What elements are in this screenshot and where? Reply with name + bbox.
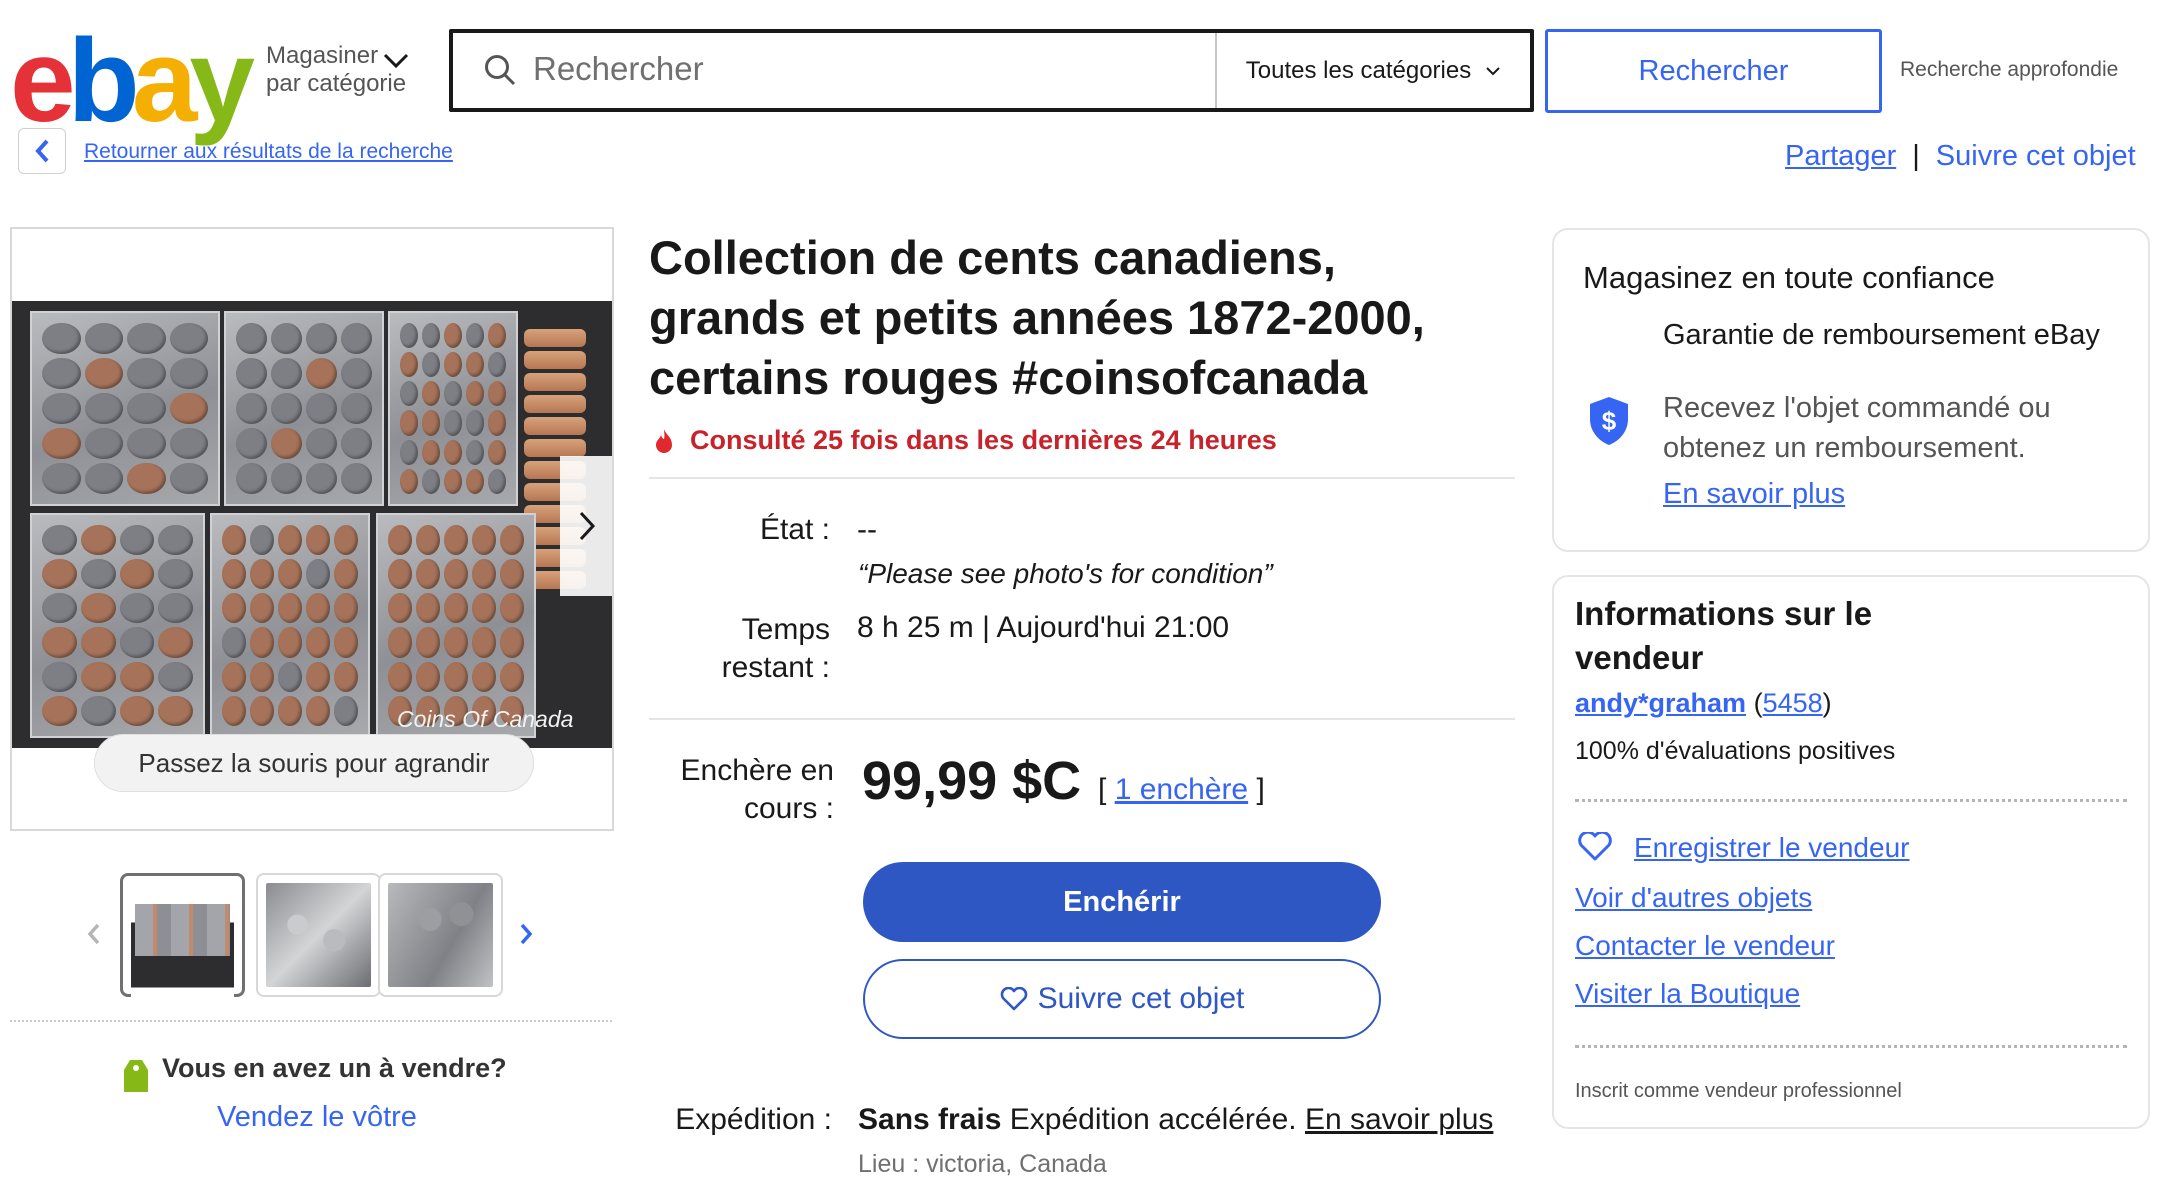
watch-item-button[interactable]: Suivre cet objet [863,959,1381,1039]
chevron-right-icon [520,923,533,945]
bracket-close: ] [1256,773,1265,806]
positive-feedback: 100% d'évaluations positives [1575,737,1896,765]
contact-seller-link[interactable]: Contacter le vendeur [1575,930,1835,962]
thumbnail-image [388,883,493,987]
guarantee-learn-more-link[interactable]: En savoir plus [1663,478,1845,511]
free-shipping: Sans frais [858,1103,1002,1136]
current-bid-label: Enchère en cours : [680,754,834,825]
sell-yours-link[interactable]: Vendez le vôtre [217,1101,417,1134]
chevron-down-icon [1486,66,1500,75]
thumbnail-image [266,883,371,987]
heart-icon[interactable] [1577,830,1613,867]
thumbnail-image [131,904,234,1006]
divider [649,477,1515,479]
image-gallery: Coins Of Canada Passez la souris pour ag… [10,227,614,831]
thumbnail-3[interactable] [378,873,503,997]
condition-note: “Please see photo's for condition” [858,558,1273,589]
search-button[interactable]: Rechercher [1545,29,1882,113]
seller-info-title: Informations sur le vendeur [1575,595,1873,676]
next-image-button[interactable] [560,456,612,596]
condition-value: -- [857,513,877,546]
back-to-results-link[interactable]: Retourner aux résultats de la recherche [84,140,453,164]
advanced-search-link[interactable]: Recherche approfondie [1900,58,2118,82]
divider [649,718,1515,720]
thumb-next-button[interactable] [518,922,534,951]
seller-name-link[interactable]: andy*graham [1575,688,1746,718]
bid-count: [ 1 enchère ] [1098,773,1265,807]
save-seller-link[interactable]: Enregistrer le vendeur [1634,832,1909,864]
shipping-label: Expédition : [675,1103,832,1136]
feedback-count-link[interactable]: 5458 [1763,688,1823,718]
chevron-down-icon[interactable] [382,52,410,75]
chevron-left-icon [87,923,100,945]
main-product-image[interactable]: Coins Of Canada [12,301,612,748]
bracket-open: [ [1098,773,1107,806]
business-seller-note: Inscrit comme vendeur professionnel [1575,1080,1902,1102]
thumbnail-2[interactable] [256,873,381,997]
item-location: Lieu : victoria, Canada [858,1150,1107,1178]
fire-icon [656,428,672,453]
current-price: 99,99 $C [862,751,1082,811]
shield-dollar-icon: $ [1586,395,1632,452]
views-banner: Consulté 25 fois dans les dernières 24 h… [652,425,1277,456]
views-text: Consulté 25 fois dans les dernières 24 h… [690,425,1277,455]
search-bar: Toutes les catégories [449,29,1534,112]
condition-label: État : [759,513,830,546]
category-select[interactable]: Toutes les catégories [1217,33,1530,108]
shipping-more-link[interactable]: En savoir plus [1305,1103,1493,1136]
other-items-link[interactable]: Voir d'autres objets [1575,882,1812,914]
place-bid-button[interactable]: Enchérir [863,862,1381,942]
image-watermark: Coins Of Canada [397,706,574,732]
seller-identity: andy*graham (5458) [1575,688,1832,718]
watch-link[interactable]: Suivre cet objet [1936,140,2136,173]
back-button[interactable] [18,128,66,174]
divider [1575,1045,2127,1048]
divider [10,1020,612,1022]
price-tag-icon [120,1056,152,1101]
chevron-right-icon [579,511,596,541]
ebay-logo[interactable]: ebay [10,22,255,140]
thumb-prev-button[interactable] [86,922,102,951]
share-link[interactable]: Partager [1785,140,1896,173]
guarantee-title: Garantie de remboursement eBay [1663,319,2100,351]
separator: | [1912,140,1920,172]
visit-store-link[interactable]: Visiter la Boutique [1575,978,1800,1010]
time-left-label: Temps restant : [721,613,830,684]
time-left-value: 8 h 25 m | Aujourd'hui 21:00 [857,611,1230,644]
watch-button-label: Suivre cet objet [1037,982,1245,1015]
category-select-label: Toutes les catégories [1245,56,1472,84]
divider [1575,799,2127,802]
share-watch-row: Partager | Suivre cet objet [1785,140,2136,173]
bid-history-link[interactable]: 1 enchère [1115,773,1248,806]
listing-title: Collection de cents canadiens, grands et… [649,231,1425,404]
search-input[interactable] [533,47,1213,91]
confidence-title: Magasinez en toute confiance [1583,260,1995,295]
svg-text:$: $ [1602,406,1617,436]
thumbnail-1[interactable] [120,873,245,1006]
chevron-left-icon [35,139,49,163]
search-icon [483,53,517,92]
sell-one-question: Vous en avez un à vendre? [162,1053,507,1083]
shipping-value: Sans frais Expédition accélérée. En savo… [858,1103,1493,1137]
guarantee-description: Recevez l'objet commandé ou obtenez un r… [1663,392,2051,464]
zoom-hint: Passez la souris pour agrandir [94,734,534,792]
heart-icon [1000,987,1027,1011]
shipping-method: Expédition accélérée. [1009,1103,1297,1136]
